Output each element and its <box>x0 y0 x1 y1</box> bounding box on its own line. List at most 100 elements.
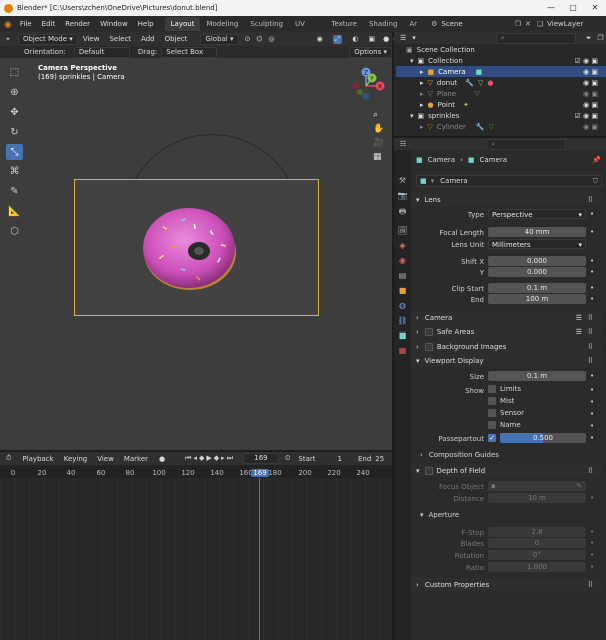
focus-object-field[interactable]: ▪ ✎ <box>488 481 586 491</box>
keyframe-dot-icon[interactable]: • <box>590 563 594 571</box>
scene-delete-icon[interactable]: ✕ <box>525 20 531 28</box>
keyframe-dot-icon[interactable]: • <box>590 268 594 276</box>
mode-selector[interactable]: Object Mode ▾ <box>17 33 78 45</box>
timeline-view-menu[interactable]: View <box>92 455 119 463</box>
limits-option[interactable]: Limits <box>488 385 521 393</box>
marker-menu[interactable]: Marker <box>119 455 153 463</box>
camera-view-icon[interactable]: 🎥 <box>373 138 384 148</box>
outliner-row[interactable]: ▾ ▣ Collection ☑ ◉ ▣ <box>396 55 606 66</box>
drag-handle-icon[interactable]: ⠿ <box>588 314 593 322</box>
name-option[interactable]: Name <box>488 421 521 429</box>
keying-menu[interactable]: Keying <box>59 455 93 463</box>
mist-checkbox[interactable] <box>488 397 496 405</box>
shift-x-field[interactable]: 0.000 <box>488 256 586 266</box>
gizmo-toggle-icon[interactable]: ⤢ <box>332 34 343 44</box>
menu-select[interactable]: Select <box>104 35 136 43</box>
safe-areas-checkbox[interactable] <box>424 327 433 336</box>
pan-hand-icon[interactable]: ✋ <box>373 124 384 134</box>
outliner-row[interactable]: ▣ Scene Collection <box>396 44 606 55</box>
texture-tab-icon[interactable]: ▦ <box>399 346 407 355</box>
datablock-selector[interactable]: ■ ▾ Camera ⛉ <box>416 175 602 187</box>
row-visibility-icons[interactable]: ◉ ▣ <box>583 90 598 98</box>
pin-icon[interactable]: 📌 <box>592 156 601 164</box>
physics-tab-icon[interactable]: ◍ <box>399 301 406 310</box>
eyedropper-icon[interactable]: ✎ <box>576 481 582 491</box>
presets-list-icon[interactable]: ☰ <box>576 328 582 336</box>
keyframe-dot-icon[interactable]: • <box>590 434 594 442</box>
passepartout-checkbox[interactable]: ✓ <box>488 434 496 442</box>
properties-search-input[interactable]: ⌕ <box>486 138 567 150</box>
scene-new-icon[interactable]: ❐ <box>515 20 521 28</box>
close-button[interactable]: ✕ <box>584 0 606 16</box>
drag-handle-icon[interactable]: ⠿ <box>588 581 593 589</box>
expand-icon[interactable]: ▾ <box>410 112 414 120</box>
row-visibility-icons[interactable]: ◉ ▣ <box>583 101 598 109</box>
output-tab-icon[interactable]: 🖶 <box>399 206 407 220</box>
expand-icon[interactable]: ▸ <box>420 123 424 131</box>
minimize-button[interactable]: — <box>540 0 562 16</box>
bg-images-checkbox[interactable] <box>424 342 433 351</box>
drag-handle-icon[interactable]: ⠿ <box>588 328 593 336</box>
lens-type-dropdown[interactable]: Perspective ▾ <box>488 209 586 219</box>
tab-modeling[interactable]: Modeling <box>200 17 244 31</box>
preview-range-icon[interactable]: ⏲ <box>285 454 290 463</box>
camera-panel-header[interactable]: › Camera ☰ ⠿ <box>412 311 602 324</box>
zoom-icon[interactable]: ⌕ <box>373 110 384 120</box>
3d-viewport[interactable]: Camera Perspective (169) sprinkles | Cam… <box>0 58 392 450</box>
keyframe-dot-icon[interactable]: • <box>590 528 594 536</box>
keyframe-dot-icon[interactable]: • <box>590 551 594 559</box>
clip-end-field[interactable]: 100 m <box>488 294 586 304</box>
select-box-tool-icon[interactable]: ⬚ <box>6 64 23 81</box>
tab-animation[interactable]: Ar <box>403 17 423 31</box>
outliner-row-selected[interactable]: ▸ ■ Camera ■ ◉ ▣ <box>396 66 606 77</box>
safe-areas-panel-header[interactable]: › Safe Areas ☰ ⠿ <box>412 325 602 338</box>
expand-icon[interactable]: ▸ <box>420 90 424 98</box>
expand-icon[interactable]: ▸ <box>420 68 424 76</box>
shift-y-field[interactable]: 0.000 <box>488 267 586 277</box>
drag-dropdown[interactable]: Select Box <box>161 46 218 58</box>
keyframe-dot-icon[interactable]: • <box>590 228 594 236</box>
visibility-icon[interactable]: ◉ <box>317 35 323 43</box>
menu-view[interactable]: View <box>78 35 105 43</box>
display-size-field[interactable]: 0.1 m <box>488 371 586 381</box>
menu-object[interactable]: Object <box>160 35 193 43</box>
keyframe-dot-icon[interactable]: • <box>590 295 594 303</box>
gizmo-neg-x[interactable] <box>352 82 360 90</box>
menu-file[interactable]: File <box>15 20 37 28</box>
limits-checkbox[interactable] <box>488 385 496 393</box>
keyframe-dot-icon[interactable]: • <box>590 398 594 406</box>
presets-list-icon[interactable]: ☰ <box>576 314 582 322</box>
dof-checkbox[interactable] <box>424 466 433 475</box>
editor-type-icon[interactable]: ⌖ <box>6 35 10 44</box>
maximize-button[interactable]: ▢ <box>562 0 584 16</box>
ratio-field[interactable]: 1.000 <box>488 562 586 572</box>
keyframe-dot-icon[interactable]: • <box>590 372 594 380</box>
options-dropdown[interactable]: Options ▾ <box>349 46 393 58</box>
outliner-row[interactable]: ▸ ▽ donut 🔧 ▽ ● ◉ ▣ <box>396 77 606 88</box>
background-images-panel-header[interactable]: › Background Images ⠿ <box>412 340 602 353</box>
keyframe-dot-icon[interactable]: • <box>590 422 594 430</box>
menu-edit[interactable]: Edit <box>37 20 61 28</box>
scene-tab-icon[interactable]: ◈ <box>399 241 405 250</box>
name-checkbox[interactable] <box>488 421 496 429</box>
start-value[interactable]: 1 <box>338 455 342 463</box>
mist-option[interactable]: Mist <box>488 397 514 405</box>
menu-window[interactable]: Window <box>95 20 133 28</box>
properties-editor-icon[interactable]: ☷ <box>400 140 406 148</box>
gizmo-neg-y[interactable] <box>357 89 363 95</box>
viewlayer-selector[interactable]: ViewLayer <box>547 20 583 28</box>
shading-solid-icon[interactable]: ● <box>383 35 389 43</box>
cursor-tool-icon[interactable]: ⊕ <box>6 84 23 101</box>
sensor-checkbox[interactable] <box>488 409 496 417</box>
scene-selector[interactable]: Scene <box>441 20 462 28</box>
camera-data-tab-icon[interactable]: ■ <box>398 331 407 340</box>
snap-icon[interactable]: ⌬ <box>256 35 262 43</box>
scale-tool-icon[interactable]: ⤡ <box>6 143 23 161</box>
fstop-field[interactable]: 2.8 <box>488 527 586 537</box>
orientation-dropdown[interactable]: Default <box>73 46 130 58</box>
drag-handle-icon[interactable]: ⠿ <box>588 357 593 365</box>
annotate-tool-icon[interactable]: ✎ <box>6 183 23 200</box>
expand-icon[interactable]: ▸ <box>420 101 424 109</box>
outliner-row[interactable]: ▸ ▽ Cylinder 🔧 ▽ ◉ ▣ <box>396 121 606 132</box>
aperture-subpanel-header[interactable]: ▾ Aperture <box>420 511 459 519</box>
